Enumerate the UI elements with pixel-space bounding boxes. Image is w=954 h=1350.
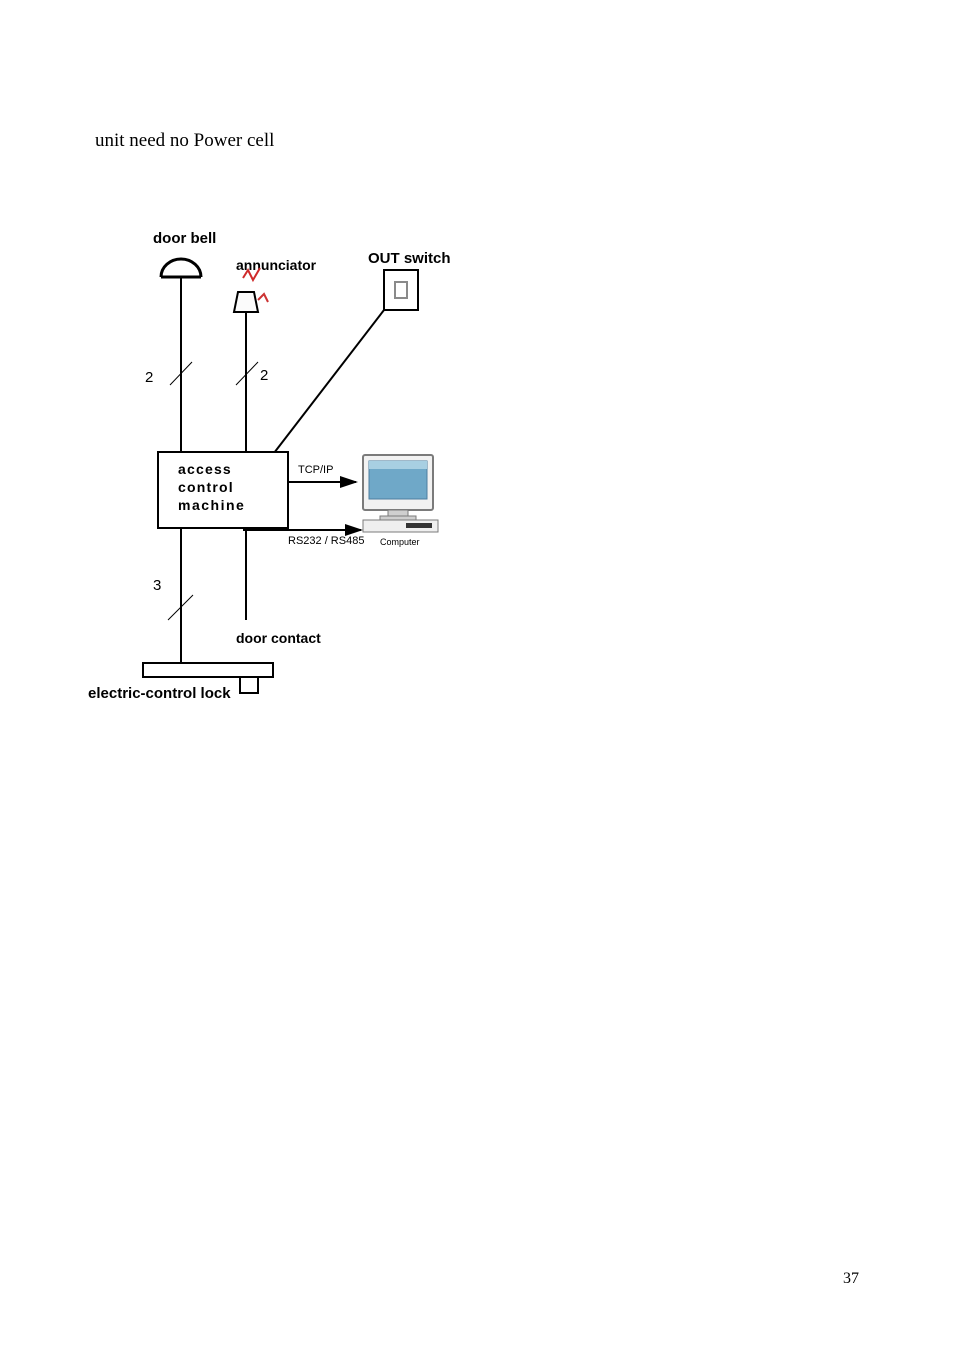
label-computer: Computer [380,537,420,547]
wiring-diagram: door bell annunciator OUT switch [88,220,498,720]
label-door-contact: door contact [236,630,321,646]
label-three: 3 [153,577,161,594]
label-control: control [178,479,234,495]
label-access: access [178,461,232,477]
label-machine: machine [178,497,245,513]
annunciator-icon [234,268,268,453]
doorbell-icon [161,259,201,453]
wire-mark-2-mid: 2 [236,362,268,385]
label-two-a: 2 [145,369,153,386]
label-two-b: 2 [260,367,268,384]
label-door-bell: door bell [153,230,216,247]
page-number: 37 [843,1270,859,1288]
label-electric-lock: electric-control lock [88,685,231,702]
out-switch-icon [274,270,418,453]
label-tcpip: TCP/IP [298,464,333,476]
body-text: unit need no Power cell [95,130,274,152]
wire-mark-2-left: 2 [145,362,192,386]
label-rs: RS232 / RS485 [288,535,364,547]
computer-icon: Computer [363,455,438,547]
wire-mark-3: 3 [153,577,193,620]
label-out-switch: OUT switch [368,250,451,267]
access-control-box: access control machine [158,452,288,528]
page: unit need no Power cell door bell annunc… [0,0,954,1350]
